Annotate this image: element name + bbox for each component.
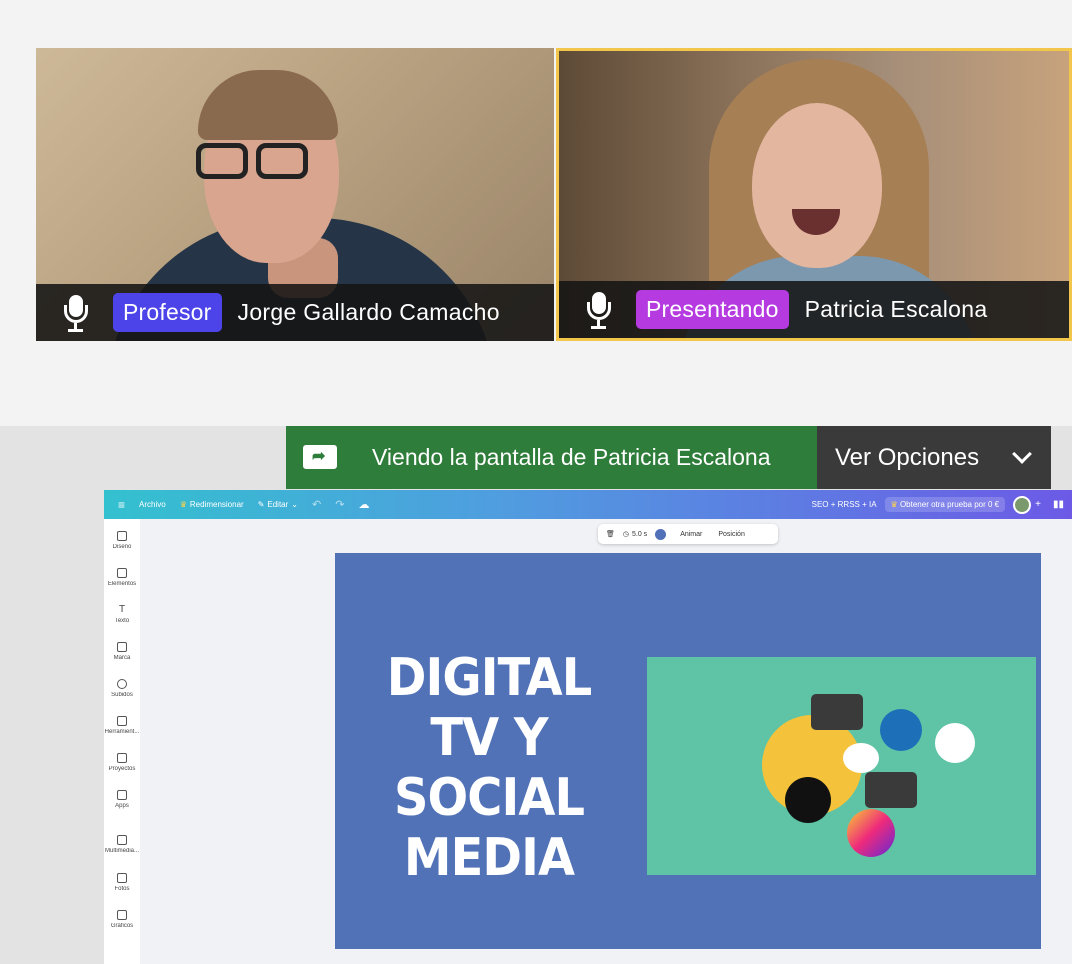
view-options-label: Ver Opciones <box>835 443 980 471</box>
slide-title-line: TV Y <box>430 708 548 768</box>
chevron-down-icon: ⌄ <box>291 500 298 509</box>
sidebar-item-label: Diseño <box>112 544 132 550</box>
topbar-right: SEO + RRSS + IA ♛ Obtener otra prueba po… <box>812 490 1072 519</box>
sidebar-item-label: Apps <box>115 803 129 809</box>
element-toolbar: 🗑 ◷ 5.0 s Animar Posición <box>598 524 778 544</box>
cloud-save-icon[interactable]: ☁ <box>358 498 369 511</box>
text-icon: T <box>118 604 126 615</box>
redo-icon[interactable]: ↷ <box>335 498 344 511</box>
sidebar-item-label: Texto <box>114 618 130 624</box>
shared-editor-window: ≡ Archivo ♛ Redimensionar ✎ Editar ⌄ ↶ ↷… <box>104 490 1072 964</box>
brand-icon <box>117 642 127 652</box>
sidebar-item-apps[interactable]: Apps <box>104 790 140 809</box>
video-tile-profesor[interactable]: Profesor Jorge Gallardo Camacho <box>36 48 554 341</box>
chart-icon <box>117 910 127 920</box>
shapes-icon <box>117 568 127 578</box>
user-icon <box>811 694 863 730</box>
sidebar-item-label: Subidos <box>111 692 133 698</box>
pencil-icon: ✎ <box>257 500 265 509</box>
sidebar-item-projects[interactable]: Proyectos <box>104 753 140 772</box>
role-badge: Profesor <box>113 293 222 332</box>
sidebar-item-photos[interactable]: Fotos <box>104 873 140 892</box>
glasses-left <box>196 143 248 179</box>
editor-sidebar: Diseño Elementos T Texto Marca Subidos He… <box>104 519 140 964</box>
glasses-right <box>256 143 308 179</box>
sidebar-item-label: Proyectos <box>108 766 136 772</box>
clock-icon: ◷ <box>622 531 629 538</box>
participant-name-bar: Profesor Jorge Gallardo Camacho <box>36 284 554 341</box>
sidebar-item-media[interactable]: Multimedia... <box>104 835 140 854</box>
trial-button[interactable]: ♛ Obtener otra prueba por 0 € <box>884 497 1006 512</box>
sidebar-item-label: Multimedia... <box>104 848 139 854</box>
sidebar-item-label: Marca <box>113 655 131 661</box>
role-badge: Presentando <box>636 290 789 329</box>
participant-name: Patricia Escalona <box>804 296 988 322</box>
insights-icon[interactable]: ▮▮ <box>1053 499 1064 510</box>
file-menu[interactable]: Archivo <box>139 500 166 509</box>
sidebar-item-text[interactable]: T Texto <box>104 604 140 625</box>
sidebar-item-charts[interactable]: Gráficos <box>104 910 140 929</box>
viewing-screen-text: Viendo la pantalla de Patricia Escalona <box>372 444 771 470</box>
crown-icon: ♛ <box>890 500 898 509</box>
slide-canvas[interactable]: DIGITAL TV Y SOCIAL MEDIA <box>335 553 1041 949</box>
photo-icon <box>117 873 127 883</box>
social-media-illustration[interactable] <box>647 657 1036 875</box>
layout-icon <box>117 531 127 541</box>
participant-name: Jorge Gallardo Camacho <box>237 299 500 325</box>
color-swatch[interactable] <box>655 528 667 540</box>
instagram-icon <box>847 809 895 857</box>
sidebar-item-elements[interactable]: Elementos <box>104 568 140 587</box>
sidebar-item-label: Herramient... <box>104 729 140 735</box>
participant-video-hair <box>198 70 338 140</box>
menu-icon[interactable]: ≡ <box>118 498 125 512</box>
editor-topbar: ≡ Archivo ♛ Redimensionar ✎ Editar ⌄ ↶ ↷… <box>104 490 1072 519</box>
video-tile-presenter[interactable]: Presentando Patricia Escalona <box>556 48 1072 341</box>
upload-icon <box>117 679 127 689</box>
trash-icon[interactable]: 🗑 <box>606 530 615 538</box>
position-button[interactable]: Posición <box>718 531 744 538</box>
apps-icon <box>117 790 127 800</box>
media-icon <box>117 835 127 845</box>
microphone-icon[interactable] <box>586 290 611 330</box>
viewing-screen-label: ➦ Viendo la pantalla de Patricia Escalon… <box>286 426 817 489</box>
user-icon <box>865 772 917 808</box>
screen-share-icon: ➦ <box>303 444 337 471</box>
sidebar-item-label: Fotos <box>114 886 130 892</box>
edit-menu[interactable]: ✎ Editar ⌄ <box>258 500 298 509</box>
sidebar-item-design[interactable]: Diseño <box>104 531 140 550</box>
project-title[interactable]: SEO + RRSS + IA <box>812 500 877 509</box>
edit-label: Editar <box>267 500 289 509</box>
linkedin-icon <box>880 709 922 751</box>
sidebar-item-label: Elementos <box>107 581 137 587</box>
sidebar-item-label: Gráficos <box>110 923 134 929</box>
avatar[interactable] <box>1013 495 1032 514</box>
sidebar-item-brand[interactable]: Marca <box>104 642 140 661</box>
slide-title-line: DIGITAL <box>386 648 592 708</box>
animate-button[interactable]: Animar <box>680 531 702 538</box>
sidebar-item-tools[interactable]: Herramient... <box>104 716 140 735</box>
resize-button[interactable]: ♛ Redimensionar <box>180 500 244 509</box>
trial-label: Obtener otra prueba por 0 € <box>899 500 1000 509</box>
resize-label: Redimensionar <box>189 500 244 509</box>
undo-icon[interactable]: ↶ <box>312 498 321 511</box>
microphone-icon[interactable] <box>63 293 88 333</box>
tools-icon <box>117 716 127 726</box>
tiktok-icon <box>785 777 831 823</box>
slide-title[interactable]: DIGITAL TV Y SOCIAL MEDIA <box>347 648 630 888</box>
folder-icon <box>117 753 127 763</box>
slide-title-line: SOCIAL <box>393 768 585 828</box>
sidebar-item-uploads[interactable]: Subidos <box>104 679 140 698</box>
add-collaborator-icon[interactable]: + <box>1035 499 1041 510</box>
crown-icon: ♛ <box>179 500 187 509</box>
slide-title-line: MEDIA <box>403 828 575 888</box>
participant-video-face <box>752 103 882 268</box>
view-options-button[interactable]: Ver Opciones <box>817 426 1051 489</box>
chat-bubble-icon <box>843 743 879 773</box>
screen-share-banner: ➦ Viendo la pantalla de Patricia Escalon… <box>286 426 1051 489</box>
duration-value[interactable]: 5.0 s <box>632 531 647 538</box>
participant-name-bar: Presentando Patricia Escalona <box>559 281 1069 338</box>
chevron-down-icon <box>1012 443 1032 464</box>
heart-message-icon <box>935 723 975 763</box>
